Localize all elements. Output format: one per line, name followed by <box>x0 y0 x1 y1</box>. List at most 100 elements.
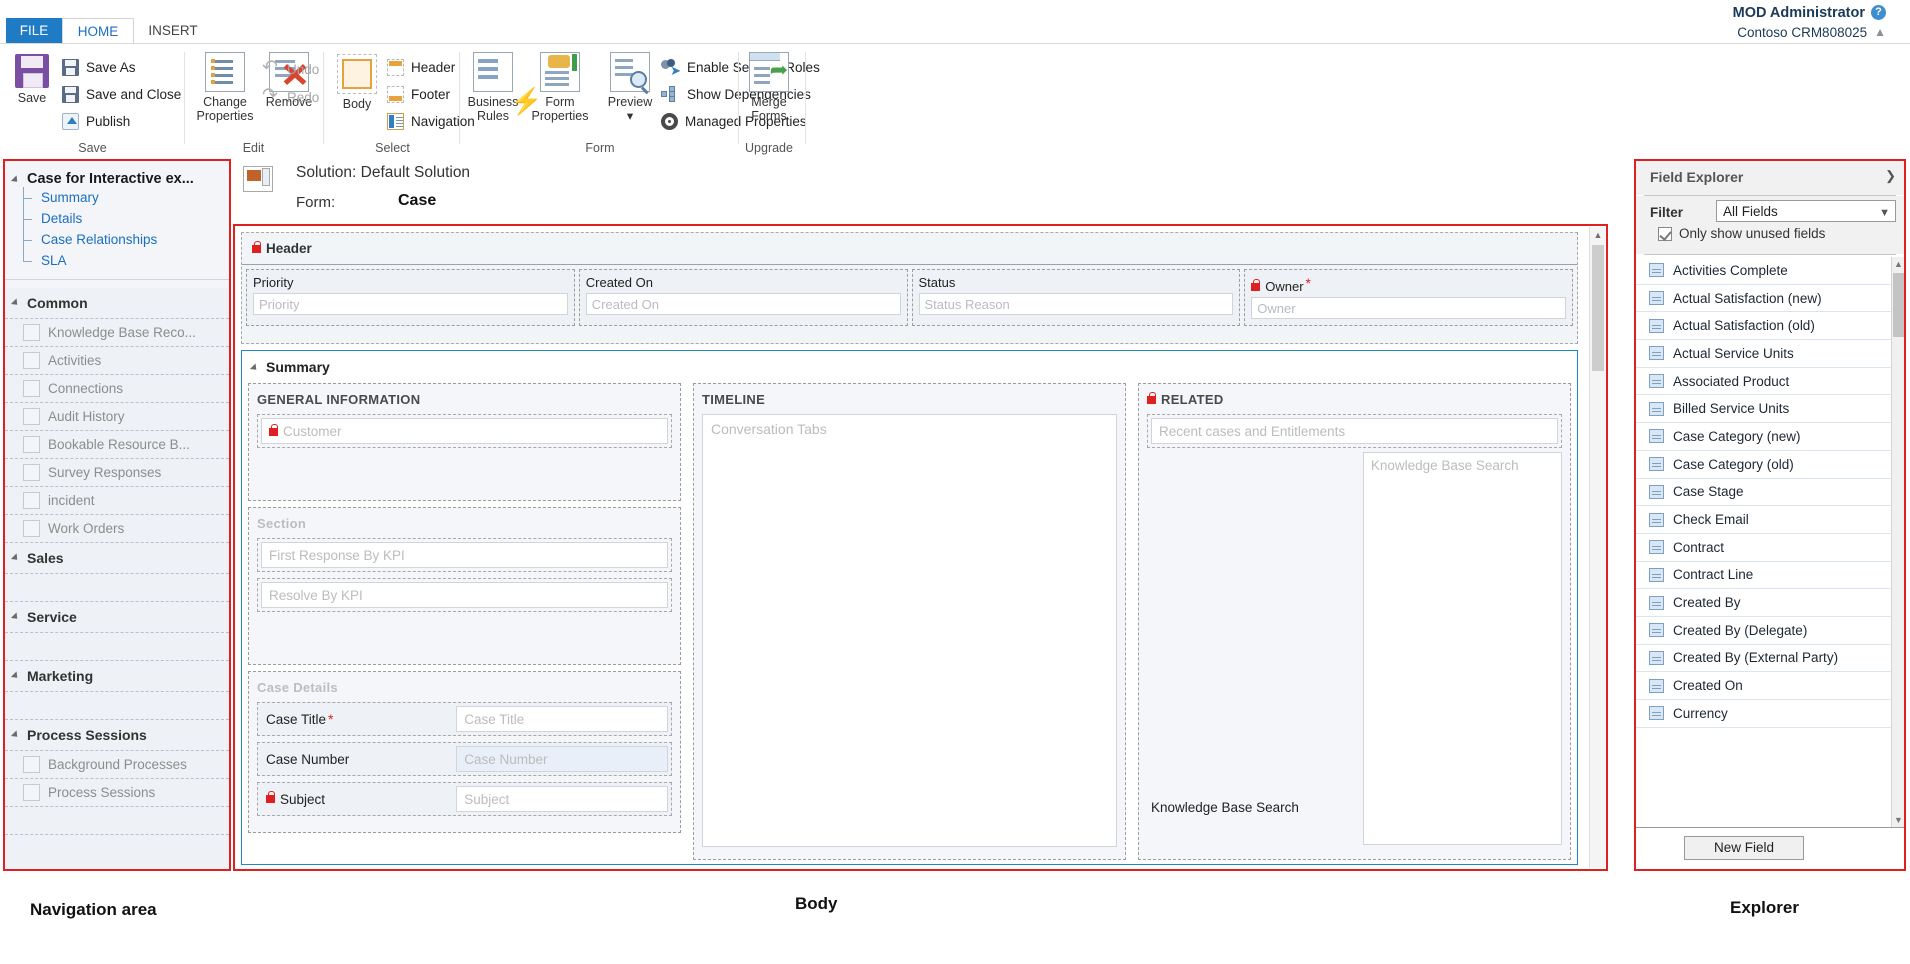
save-as-button[interactable]: Save As <box>62 54 136 80</box>
field-subject[interactable]: Subject Subject <box>257 782 672 816</box>
field-list-item[interactable]: Associated Product <box>1636 368 1904 396</box>
header-field-owner-input[interactable]: Owner <box>1251 297 1566 319</box>
field-list-item[interactable]: Created By (Delegate) <box>1636 617 1904 645</box>
nav-item-connections[interactable]: Connections <box>5 375 229 403</box>
field-list-item[interactable]: Case Category (new) <box>1636 423 1904 451</box>
field-subject-input[interactable]: Subject <box>456 786 668 812</box>
field-list-item[interactable]: Currency <box>1636 700 1904 728</box>
nav-form-title[interactable]: Case for Interactive ex... <box>5 171 229 187</box>
field-list-item[interactable]: Actual Satisfaction (old) <box>1636 312 1904 340</box>
section-timeline[interactable]: TIMELINE Conversation Tabs <box>693 383 1126 860</box>
nav-item-survey-responses[interactable]: Survey Responses <box>5 459 229 487</box>
nav-group-service[interactable]: Service <box>5 602 229 633</box>
scroll-thumb[interactable] <box>1893 273 1904 337</box>
only-unused-fields-checkbox-row[interactable]: Only show unused fields <box>1658 226 1825 241</box>
field-conversation-tabs[interactable]: Conversation Tabs <box>702 414 1117 847</box>
field-subject-value[interactable]: Subject <box>456 786 668 812</box>
preview-caret-icon[interactable]: ▾ <box>599 109 661 123</box>
save-button[interactable]: Save <box>2 54 62 105</box>
section-case-details[interactable]: Case Details Case Title* Case Title <box>248 671 681 833</box>
scroll-down-icon[interactable]: ▼ <box>1894 815 1903 825</box>
tab-home[interactable]: HOME <box>62 18 134 44</box>
nav-item-bookable-resource-bookings[interactable]: Bookable Resource B... <box>5 431 229 459</box>
expander-triangle-icon[interactable] <box>11 175 20 184</box>
field-case-title-input[interactable]: Case Title <box>456 706 668 732</box>
header-field-created-on-input[interactable]: Created On <box>586 293 901 315</box>
field-explorer-list[interactable]: Activities Complete Actual Satisfaction … <box>1636 257 1904 827</box>
field-resolve-by-kpi[interactable]: Resolve By KPI <box>257 578 672 612</box>
form-properties-button[interactable]: Form Properties <box>524 52 596 123</box>
section-unnamed[interactable]: Section First Response By KPI Resolve By… <box>248 507 681 665</box>
field-first-response-by-kpi[interactable]: First Response By KPI <box>257 538 672 572</box>
only-unused-fields-checkbox[interactable] <box>1658 227 1672 241</box>
expander-triangle-icon[interactable] <box>11 730 20 739</box>
filter-select[interactable]: All Fields ▼ <box>1716 200 1896 222</box>
field-case-title[interactable]: Case Title* Case Title <box>257 702 672 736</box>
field-list-item[interactable]: Check Email <box>1636 506 1904 534</box>
undo-button[interactable]: ↶ Undo <box>262 56 319 82</box>
field-list-item[interactable]: Contract Line <box>1636 562 1904 590</box>
body-button[interactable]: Body <box>329 54 385 111</box>
field-list-item[interactable]: Created On <box>1636 672 1904 700</box>
expander-triangle-icon[interactable] <box>250 363 259 372</box>
field-list-item[interactable]: Actual Service Units <box>1636 340 1904 368</box>
business-rules-button[interactable]: ⚡ Business Rules <box>461 52 525 123</box>
sidebar-item-sla[interactable]: SLA <box>5 250 229 271</box>
header-button[interactable]: Header <box>387 54 455 80</box>
nav-item-work-orders[interactable]: Work Orders <box>5 515 229 543</box>
publish-button[interactable]: Publish <box>62 108 130 134</box>
field-recent-cases-entitlements-input[interactable]: Recent cases and Entitlements <box>1151 418 1558 444</box>
expander-triangle-icon[interactable] <box>11 298 20 307</box>
nav-group-process-sessions[interactable]: Process Sessions <box>5 720 229 751</box>
preview-button[interactable]: Preview ▾ <box>599 52 661 123</box>
form-header-section[interactable]: Header Priority Priority Created On Crea… <box>241 232 1578 344</box>
tab-file[interactable]: FILE <box>6 18 62 44</box>
field-case-title-value[interactable]: Case Title <box>456 706 668 732</box>
field-list-item[interactable]: Activities Complete <box>1636 257 1904 285</box>
tab-insert[interactable]: INSERT <box>136 18 210 44</box>
save-and-close-button[interactable]: Save and Close <box>62 81 181 107</box>
form-scrollbar[interactable]: ▲ <box>1589 227 1605 868</box>
header-field-priority-input[interactable]: Priority <box>253 293 568 315</box>
header-field-created-on[interactable]: Created On Created On <box>579 269 908 326</box>
field-explorer-scrollbar[interactable]: ▲ ▼ <box>1891 257 1904 827</box>
field-customer[interactable]: Customer <box>257 414 672 448</box>
change-properties-button[interactable]: Change Properties <box>190 52 260 123</box>
nav-group-common[interactable]: Common <box>5 288 229 319</box>
field-list-item[interactable]: Billed Service Units <box>1636 395 1904 423</box>
field-list-item[interactable]: Contract <box>1636 534 1904 562</box>
section-general-information[interactable]: GENERAL INFORMATION Customer <box>248 383 681 501</box>
summary-tab-title[interactable]: Summary <box>252 359 330 375</box>
field-customer-input[interactable]: Customer <box>261 418 668 444</box>
header-field-priority[interactable]: Priority Priority <box>246 269 575 326</box>
field-case-number-input[interactable]: Case Number <box>456 746 668 772</box>
redo-button[interactable]: ↷ Redo <box>262 84 319 110</box>
field-recent-cases-entitlements[interactable]: Recent cases and Entitlements <box>1147 414 1562 448</box>
nav-item-incident[interactable]: incident <box>5 487 229 515</box>
chevron-right-icon[interactable]: ❯ <box>1885 168 1896 184</box>
field-knowledge-base-search[interactable]: Knowledge Base Search <box>1363 452 1562 845</box>
sidebar-item-details[interactable]: Details <box>5 208 229 229</box>
merge-forms-button[interactable]: ➦ Merge Forms <box>739 52 799 123</box>
field-list-item[interactable]: Actual Satisfaction (new) <box>1636 285 1904 313</box>
sidebar-item-case-relationships[interactable]: Case Relationships <box>5 229 229 250</box>
form-summary-tab[interactable]: Summary GENERAL INFORMATION Customer <box>241 350 1578 865</box>
scroll-thumb[interactable] <box>1592 245 1604 371</box>
field-list-item[interactable]: Created By (External Party) <box>1636 645 1904 673</box>
nav-item-background-processes[interactable]: Background Processes <box>5 751 229 779</box>
nav-item-audit-history[interactable]: Audit History <box>5 403 229 431</box>
field-list-item[interactable]: Created By <box>1636 589 1904 617</box>
header-field-owner[interactable]: Owner* Owner <box>1244 269 1573 326</box>
footer-button[interactable]: Footer <box>387 81 450 107</box>
nav-group-marketing[interactable]: Marketing <box>5 661 229 692</box>
nav-item-process-sessions[interactable]: Process Sessions <box>5 779 229 807</box>
field-list-item[interactable]: Case Stage <box>1636 479 1904 507</box>
expander-triangle-icon[interactable] <box>11 671 20 680</box>
expander-triangle-icon[interactable] <box>11 612 20 621</box>
scroll-up-icon[interactable]: ▲ <box>1894 259 1903 269</box>
field-resolve-by-kpi-input[interactable]: Resolve By KPI <box>261 582 668 608</box>
header-field-status-input[interactable]: Status Reason <box>919 293 1234 315</box>
nav-group-sales[interactable]: Sales <box>5 543 229 574</box>
new-field-button[interactable]: New Field <box>1684 836 1804 860</box>
field-case-number[interactable]: Case Number Case Number <box>257 742 672 776</box>
